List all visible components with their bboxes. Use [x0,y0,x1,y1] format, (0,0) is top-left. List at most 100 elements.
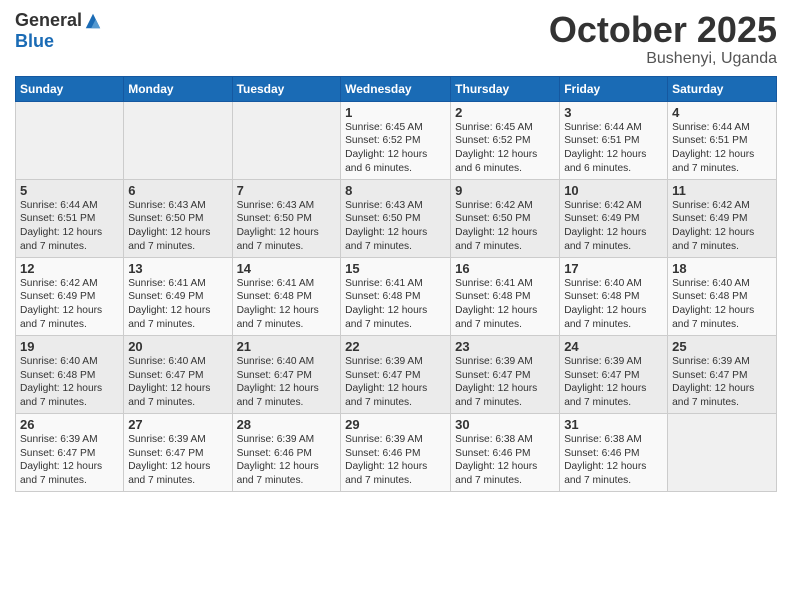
day-number: 10 [564,183,663,198]
day-info: Sunrise: 6:40 AM Sunset: 6:48 PM Dayligh… [564,277,663,332]
table-row: 2Sunrise: 6:45 AM Sunset: 6:52 PM Daylig… [451,101,560,179]
day-info: Sunrise: 6:42 AM Sunset: 6:49 PM Dayligh… [672,199,772,254]
table-row [124,101,232,179]
day-info: Sunrise: 6:39 AM Sunset: 6:47 PM Dayligh… [564,355,663,410]
day-number: 26 [20,417,119,432]
day-info: Sunrise: 6:38 AM Sunset: 6:46 PM Dayligh… [564,433,663,488]
day-info: Sunrise: 6:40 AM Sunset: 6:48 PM Dayligh… [20,355,119,410]
table-row: 3Sunrise: 6:44 AM Sunset: 6:51 PM Daylig… [560,101,668,179]
day-number: 2 [455,105,555,120]
day-info: Sunrise: 6:43 AM Sunset: 6:50 PM Dayligh… [345,199,446,254]
day-number: 17 [564,261,663,276]
day-number: 16 [455,261,555,276]
table-row: 7Sunrise: 6:43 AM Sunset: 6:50 PM Daylig… [232,179,341,257]
day-info: Sunrise: 6:45 AM Sunset: 6:52 PM Dayligh… [455,121,555,176]
table-row: 1Sunrise: 6:45 AM Sunset: 6:52 PM Daylig… [341,101,451,179]
day-number: 25 [672,339,772,354]
day-info: Sunrise: 6:39 AM Sunset: 6:46 PM Dayligh… [237,433,337,488]
day-number: 3 [564,105,663,120]
day-number: 29 [345,417,446,432]
day-info: Sunrise: 6:40 AM Sunset: 6:48 PM Dayligh… [672,277,772,332]
day-number: 12 [20,261,119,276]
logo-blue-text: Blue [15,31,54,51]
day-number: 23 [455,339,555,354]
calendar-week-row: 5Sunrise: 6:44 AM Sunset: 6:51 PM Daylig… [16,179,777,257]
calendar-week-row: 19Sunrise: 6:40 AM Sunset: 6:48 PM Dayli… [16,335,777,413]
day-info: Sunrise: 6:43 AM Sunset: 6:50 PM Dayligh… [237,199,337,254]
day-info: Sunrise: 6:38 AM Sunset: 6:46 PM Dayligh… [455,433,555,488]
day-info: Sunrise: 6:44 AM Sunset: 6:51 PM Dayligh… [20,199,119,254]
table-row: 6Sunrise: 6:43 AM Sunset: 6:50 PM Daylig… [124,179,232,257]
calendar-week-row: 12Sunrise: 6:42 AM Sunset: 6:49 PM Dayli… [16,257,777,335]
day-info: Sunrise: 6:45 AM Sunset: 6:52 PM Dayligh… [345,121,446,176]
day-info: Sunrise: 6:39 AM Sunset: 6:47 PM Dayligh… [455,355,555,410]
day-number: 8 [345,183,446,198]
col-thursday: Thursday [451,76,560,101]
table-row [16,101,124,179]
day-info: Sunrise: 6:41 AM Sunset: 6:48 PM Dayligh… [455,277,555,332]
calendar: Sunday Monday Tuesday Wednesday Thursday… [15,76,777,492]
table-row: 13Sunrise: 6:41 AM Sunset: 6:49 PM Dayli… [124,257,232,335]
logo-general-text: General [15,10,82,31]
col-tuesday: Tuesday [232,76,341,101]
header: General Blue October 2025 Bushenyi, Ugan… [15,10,777,68]
table-row: 9Sunrise: 6:42 AM Sunset: 6:50 PM Daylig… [451,179,560,257]
table-row: 14Sunrise: 6:41 AM Sunset: 6:48 PM Dayli… [232,257,341,335]
table-row: 10Sunrise: 6:42 AM Sunset: 6:49 PM Dayli… [560,179,668,257]
table-row: 25Sunrise: 6:39 AM Sunset: 6:47 PM Dayli… [668,335,777,413]
table-row: 15Sunrise: 6:41 AM Sunset: 6:48 PM Dayli… [341,257,451,335]
table-row: 24Sunrise: 6:39 AM Sunset: 6:47 PM Dayli… [560,335,668,413]
table-row: 27Sunrise: 6:39 AM Sunset: 6:47 PM Dayli… [124,413,232,491]
table-row: 16Sunrise: 6:41 AM Sunset: 6:48 PM Dayli… [451,257,560,335]
day-info: Sunrise: 6:39 AM Sunset: 6:47 PM Dayligh… [345,355,446,410]
table-row: 29Sunrise: 6:39 AM Sunset: 6:46 PM Dayli… [341,413,451,491]
day-number: 13 [128,261,227,276]
table-row: 12Sunrise: 6:42 AM Sunset: 6:49 PM Dayli… [16,257,124,335]
table-row: 8Sunrise: 6:43 AM Sunset: 6:50 PM Daylig… [341,179,451,257]
day-info: Sunrise: 6:39 AM Sunset: 6:47 PM Dayligh… [672,355,772,410]
day-number: 18 [672,261,772,276]
col-sunday: Sunday [16,76,124,101]
location: Bushenyi, Uganda [549,50,777,68]
day-number: 21 [237,339,337,354]
day-info: Sunrise: 6:44 AM Sunset: 6:51 PM Dayligh… [672,121,772,176]
day-info: Sunrise: 6:39 AM Sunset: 6:47 PM Dayligh… [128,433,227,488]
day-number: 24 [564,339,663,354]
table-row: 26Sunrise: 6:39 AM Sunset: 6:47 PM Dayli… [16,413,124,491]
day-info: Sunrise: 6:41 AM Sunset: 6:48 PM Dayligh… [237,277,337,332]
table-row: 23Sunrise: 6:39 AM Sunset: 6:47 PM Dayli… [451,335,560,413]
day-number: 19 [20,339,119,354]
day-info: Sunrise: 6:42 AM Sunset: 6:49 PM Dayligh… [564,199,663,254]
day-info: Sunrise: 6:39 AM Sunset: 6:47 PM Dayligh… [20,433,119,488]
table-row: 30Sunrise: 6:38 AM Sunset: 6:46 PM Dayli… [451,413,560,491]
day-number: 28 [237,417,337,432]
title-block: October 2025 Bushenyi, Uganda [549,10,777,68]
day-info: Sunrise: 6:43 AM Sunset: 6:50 PM Dayligh… [128,199,227,254]
col-saturday: Saturday [668,76,777,101]
day-number: 27 [128,417,227,432]
table-row [668,413,777,491]
day-info: Sunrise: 6:42 AM Sunset: 6:49 PM Dayligh… [20,277,119,332]
day-number: 30 [455,417,555,432]
day-number: 31 [564,417,663,432]
table-row: 11Sunrise: 6:42 AM Sunset: 6:49 PM Dayli… [668,179,777,257]
day-info: Sunrise: 6:40 AM Sunset: 6:47 PM Dayligh… [128,355,227,410]
day-number: 14 [237,261,337,276]
day-number: 22 [345,339,446,354]
table-row: 22Sunrise: 6:39 AM Sunset: 6:47 PM Dayli… [341,335,451,413]
table-row [232,101,341,179]
calendar-week-row: 1Sunrise: 6:45 AM Sunset: 6:52 PM Daylig… [16,101,777,179]
day-info: Sunrise: 6:40 AM Sunset: 6:47 PM Dayligh… [237,355,337,410]
day-number: 9 [455,183,555,198]
calendar-week-row: 26Sunrise: 6:39 AM Sunset: 6:47 PM Dayli… [16,413,777,491]
day-number: 1 [345,105,446,120]
day-number: 5 [20,183,119,198]
day-info: Sunrise: 6:39 AM Sunset: 6:46 PM Dayligh… [345,433,446,488]
day-number: 20 [128,339,227,354]
day-info: Sunrise: 6:41 AM Sunset: 6:48 PM Dayligh… [345,277,446,332]
table-row: 21Sunrise: 6:40 AM Sunset: 6:47 PM Dayli… [232,335,341,413]
table-row: 31Sunrise: 6:38 AM Sunset: 6:46 PM Dayli… [560,413,668,491]
table-row: 18Sunrise: 6:40 AM Sunset: 6:48 PM Dayli… [668,257,777,335]
day-number: 4 [672,105,772,120]
day-number: 6 [128,183,227,198]
